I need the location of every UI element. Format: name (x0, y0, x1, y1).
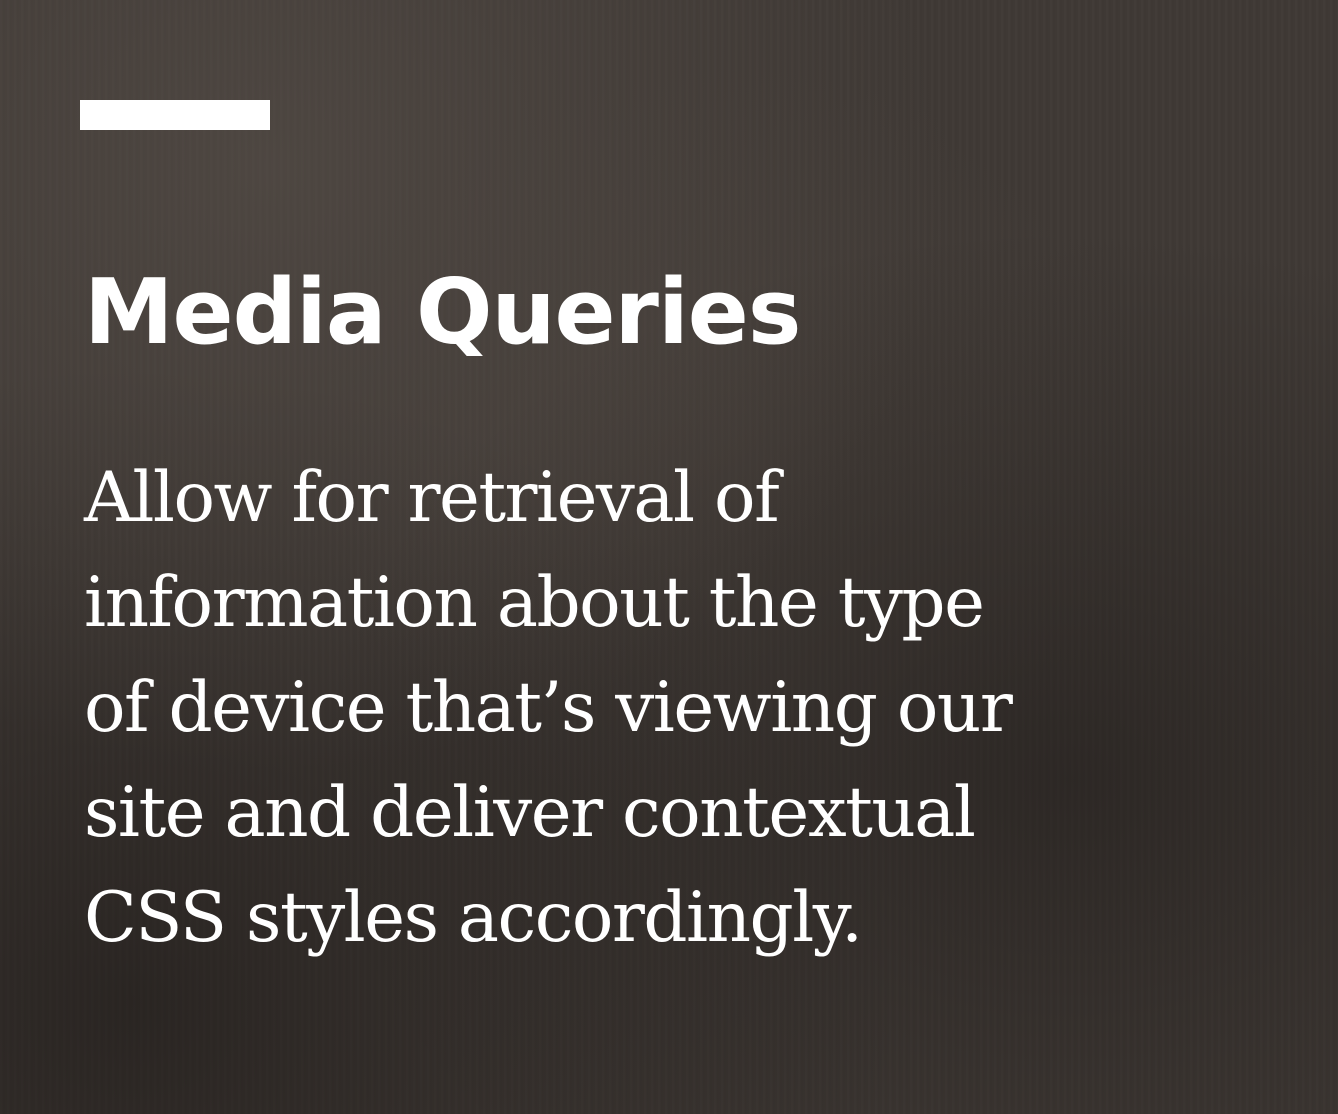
body-line: information about the type (84, 563, 985, 643)
slide-body: Allow for retrieval of information about… (84, 446, 1284, 971)
body-line: CSS styles accordingly. (84, 878, 863, 958)
accent-bar (80, 100, 270, 130)
body-line: site and deliver contextual (84, 773, 976, 853)
slide: Media Queries Allow for retrieval of inf… (0, 0, 1338, 1114)
body-line: Allow for retrieval of (84, 458, 780, 538)
body-line: of device that’s viewing our (84, 668, 1013, 748)
slide-title: Media Queries (84, 260, 801, 365)
